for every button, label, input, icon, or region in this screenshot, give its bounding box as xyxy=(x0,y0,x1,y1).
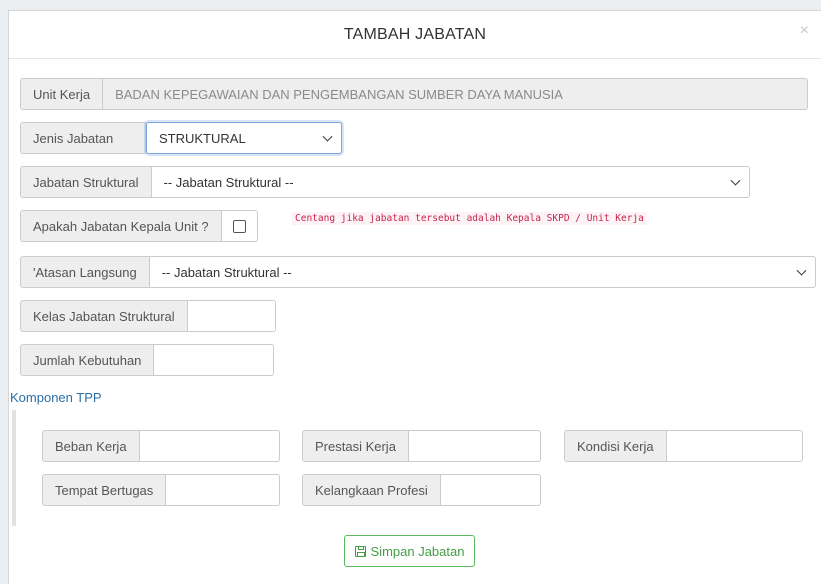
jabatan-struktural-value: -- Jabatan Struktural -- xyxy=(163,174,294,190)
tpp-panel xyxy=(12,410,812,526)
kepala-unit-hint: Centang jika jabatan tersebut adalah Kep… xyxy=(292,212,647,225)
tpp-section-title: Komponen TPP xyxy=(10,390,102,405)
beban-kerja-group: Beban Kerja xyxy=(42,430,280,462)
kepala-unit-checkbox[interactable] xyxy=(232,219,246,233)
kelangkaan-profesi-group: Kelangkaan Profesi xyxy=(302,474,541,506)
jenis-jabatan-label: Jenis Jabatan xyxy=(20,122,146,154)
unit-kerja-label: Unit Kerja xyxy=(20,78,104,110)
tempat-bertugas-label: Tempat Bertugas xyxy=(42,474,167,506)
save-button[interactable]: Simpan Jabatan xyxy=(344,535,475,567)
kondisi-kerja-group: Kondisi Kerja xyxy=(564,430,803,462)
jenis-jabatan-group: Jenis Jabatan STRUKTURAL xyxy=(20,122,342,154)
close-icon[interactable]: × xyxy=(800,23,809,39)
kondisi-kerja-input[interactable] xyxy=(666,430,803,462)
jabatan-struktural-label: Jabatan Struktural xyxy=(20,166,152,198)
beban-kerja-input[interactable] xyxy=(139,430,280,462)
jabatan-struktural-group: Jabatan Struktural -- Jabatan Struktural… xyxy=(20,166,750,198)
jenis-jabatan-select[interactable]: STRUKTURAL xyxy=(146,122,342,154)
kelangkaan-profesi-input[interactable] xyxy=(440,474,541,506)
prestasi-kerja-label: Prestasi Kerja xyxy=(302,430,409,462)
modal-header: TAMBAH JABATAN × xyxy=(9,11,821,59)
tempat-bertugas-input[interactable] xyxy=(166,474,281,506)
chevron-down-icon xyxy=(322,131,333,142)
atasan-langsung-select[interactable]: -- Jabatan Struktural -- xyxy=(149,256,816,288)
prestasi-kerja-input[interactable] xyxy=(408,430,541,462)
save-icon xyxy=(354,545,366,557)
unit-kerja-field: BADAN KEPEGAWAIAN DAN PENGEMBANGAN SUMBE… xyxy=(103,78,808,110)
kelangkaan-profesi-label: Kelangkaan Profesi xyxy=(302,474,441,506)
modal-title: TAMBAH JABATAN xyxy=(343,26,487,43)
kepala-unit-label: Apakah Jabatan Kepala Unit ? xyxy=(20,210,222,242)
kepala-unit-group: Apakah Jabatan Kepala Unit ? xyxy=(20,210,258,242)
chevron-down-icon xyxy=(796,265,807,276)
kelas-jabatan-label: Kelas Jabatan Struktural xyxy=(20,300,188,332)
atasan-langsung-label: 'Atasan Langsung xyxy=(20,256,150,288)
jenis-jabatan-value: STRUKTURAL xyxy=(159,130,246,146)
jumlah-kebutuhan-label: Jumlah Kebutuhan xyxy=(20,344,155,376)
kondisi-kerja-label: Kondisi Kerja xyxy=(564,430,667,462)
atasan-langsung-value: -- Jabatan Struktural -- xyxy=(161,264,292,280)
kelas-jabatan-group: Kelas Jabatan Struktural xyxy=(20,300,276,332)
kepala-unit-checkbox-wrap xyxy=(221,210,258,242)
jumlah-kebutuhan-input[interactable] xyxy=(154,344,275,376)
atasan-langsung-group: 'Atasan Langsung -- Jabatan Struktural -… xyxy=(20,256,816,288)
beban-kerja-label: Beban Kerja xyxy=(42,430,140,462)
kelas-jabatan-input[interactable] xyxy=(187,300,276,332)
prestasi-kerja-group: Prestasi Kerja xyxy=(302,430,541,462)
jabatan-struktural-select[interactable]: -- Jabatan Struktural -- xyxy=(151,166,750,198)
chevron-down-icon xyxy=(730,175,741,186)
jumlah-kebutuhan-group: Jumlah Kebutuhan xyxy=(20,344,275,376)
save-button-label: Simpan Jabatan xyxy=(370,543,465,559)
unit-kerja-group: Unit Kerja BADAN KEPEGAWAIAN DAN PENGEMB… xyxy=(20,78,808,110)
tempat-bertugas-group: Tempat Bertugas xyxy=(42,474,281,506)
